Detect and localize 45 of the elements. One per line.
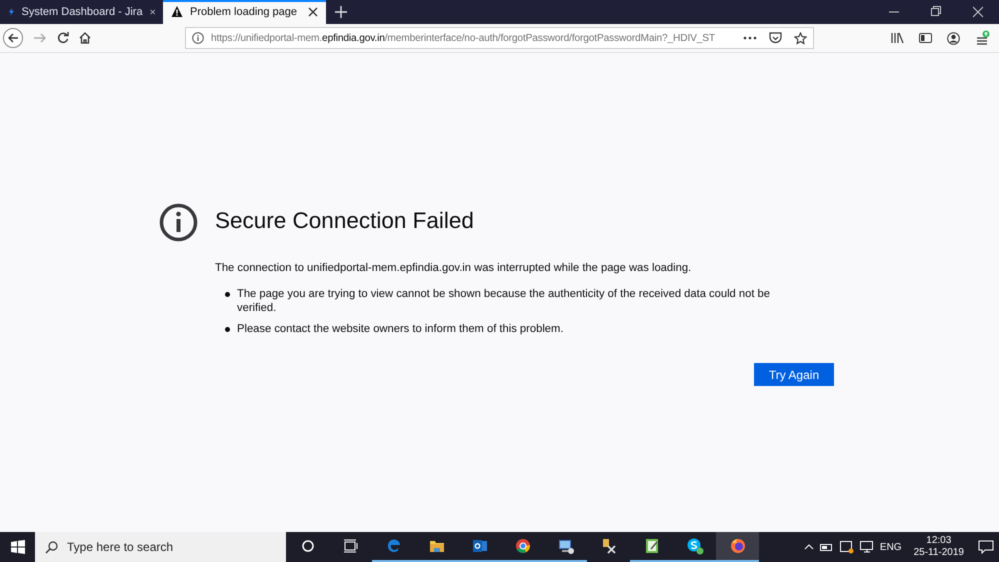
clock[interactable]: 12:03 25-11-2019 <box>914 535 964 559</box>
task-view-icon <box>342 537 360 555</box>
bullet-icon <box>225 292 230 297</box>
search-field[interactable]: Type here to search <box>35 532 286 562</box>
chevron-up-icon[interactable] <box>804 542 814 552</box>
home-icon[interactable] <box>79 32 91 44</box>
info-icon <box>159 203 198 242</box>
star-icon[interactable] <box>794 32 807 44</box>
language-indicator[interactable]: ENG <box>880 542 902 552</box>
try-again-button[interactable]: Try Again <box>754 363 834 386</box>
clock-date: 25-11-2019 <box>914 547 964 559</box>
network-icon[interactable] <box>860 541 874 553</box>
info-icon <box>192 32 204 44</box>
error-title: Secure Connection Failed <box>215 208 475 234</box>
bullet-text: The page you are trying to view cannot be shown because the authenticity of the received data could not be verified. <box>237 288 770 314</box>
ball-icon <box>514 537 532 555</box>
bullet-icon <box>225 327 230 332</box>
mail-icon <box>470 537 488 555</box>
address-bar[interactable]: https://unifiedportal-mem.epfindia.gov.in/memberinterface/no-auth/forgotPassword/forgotPasswordMain?_HDIV_ST <box>185 27 814 49</box>
warning-icon <box>171 5 183 19</box>
clock-time: 12:03 <box>926 535 952 547</box>
browser-tab[interactable]: Problem loading page <box>163 0 326 24</box>
fox-globe-icon <box>728 537 746 555</box>
browser-tab[interactable]: System Dashboard - Jira <box>0 0 163 24</box>
search-placeholder: Type here to search <box>67 540 174 554</box>
arrow-left-icon <box>7 32 19 44</box>
reload-icon[interactable] <box>57 32 69 44</box>
notifications-icon[interactable] <box>978 540 994 554</box>
windows-icon <box>10 540 24 554</box>
sidebar-icon[interactable] <box>919 32 932 44</box>
close-icon[interactable] <box>308 7 318 17</box>
library-icon[interactable] <box>891 32 904 44</box>
search-icon <box>45 540 58 554</box>
url-text: https://unifiedportal-mem.epfindia.gov.in/memberinterface/no-auth/forgotPassword/forgotPasswordMain?_HDIV_ST <box>211 32 716 44</box>
back-button[interactable] <box>3 28 23 48</box>
computer-icon <box>556 537 574 555</box>
close-icon[interactable] <box>150 7 155 17</box>
error-message: The connection to unifiedportal-mem.epfindia.gov.in was interrupted while the page was loading. <box>215 262 692 274</box>
menu-icon[interactable] <box>975 30 991 46</box>
bullet-text: Please contact the website owners to inform them of this problem. <box>237 323 564 335</box>
battery-icon[interactable] <box>820 542 834 552</box>
pocket-icon[interactable] <box>769 32 782 44</box>
account-icon[interactable] <box>947 32 960 44</box>
s-letter-icon <box>686 537 704 555</box>
screen-icon[interactable] <box>840 540 854 554</box>
